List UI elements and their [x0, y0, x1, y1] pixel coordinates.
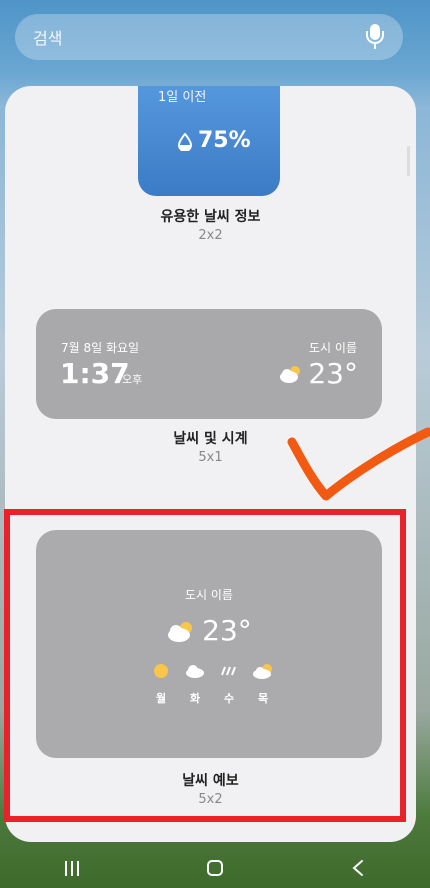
home-button[interactable] — [185, 848, 245, 888]
back-button[interactable] — [328, 848, 388, 888]
widget-name: 날씨 및 시계 — [173, 431, 248, 447]
clock-time: 1:37 — [60, 357, 130, 390]
forecast-day: 화 — [178, 662, 212, 706]
microphone-icon[interactable] — [365, 24, 385, 50]
widget-partial-text: 1일 이전 — [158, 90, 207, 105]
water-drop-icon — [177, 131, 193, 152]
forecast-days: 월 화 수 목 — [144, 662, 280, 706]
widget-useful-weather-preview[interactable]: 1일 이전 75% — [138, 86, 280, 196]
widget-size: 2x2 — [198, 228, 223, 243]
search-bar[interactable]: 검색 — [15, 14, 403, 60]
widget-name: 날씨 예보 — [182, 773, 239, 789]
navigation-bar — [0, 848, 430, 888]
forecast-day: 월 — [144, 662, 178, 706]
widget-weather-clock-preview[interactable]: 7월 8일 화요일 1:37 오후 도시 이름 23° — [36, 309, 382, 419]
home-icon — [206, 860, 223, 876]
widget-panel: 1일 이전 75% 유용한 날씨 정보 2x2 7월 8일 화요일 1:37 오… — [5, 86, 416, 842]
widget-weather-forecast-preview[interactable]: 도시 이름 23° 월 화 수 목 — [36, 530, 382, 758]
cloud-icon — [185, 662, 205, 680]
temperature: 23° — [278, 357, 358, 390]
temperature: 23° — [36, 614, 382, 647]
partly-cloudy-icon — [168, 621, 193, 642]
partly-cloudy-icon — [252, 662, 274, 680]
humidity-value: 75% — [177, 128, 251, 153]
scrollbar[interactable] — [407, 146, 410, 176]
widget-size: 5x2 — [198, 792, 223, 807]
sun-icon — [153, 662, 169, 680]
back-icon — [352, 860, 364, 876]
search-input[interactable]: 검색 — [33, 25, 365, 49]
clock-date: 7월 8일 화요일 — [61, 341, 140, 355]
city-name: 도시 이름 — [309, 341, 357, 355]
widget-name: 유용한 날씨 정보 — [160, 209, 261, 225]
recents-icon — [64, 860, 79, 876]
city-name: 도시 이름 — [185, 588, 233, 602]
clock-ampm: 오후 — [122, 373, 143, 386]
rain-icon — [219, 662, 239, 680]
forecast-day: 목 — [246, 662, 280, 706]
partly-cloudy-icon — [280, 365, 301, 383]
forecast-day: 수 — [212, 662, 246, 706]
recent-apps-button[interactable] — [42, 848, 102, 888]
widget-size: 5x1 — [198, 450, 223, 465]
